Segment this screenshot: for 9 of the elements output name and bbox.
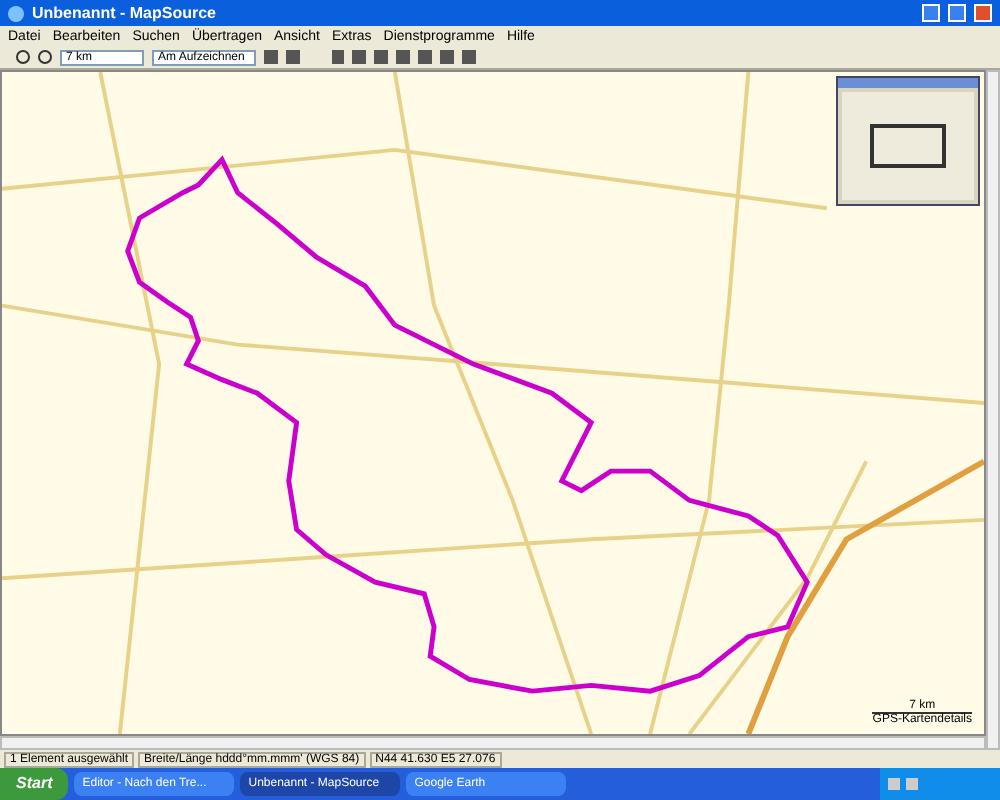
vertical-scrollbar[interactable] xyxy=(986,70,1000,750)
view-frame[interactable] xyxy=(870,124,946,168)
horizontal-scrollbar[interactable] xyxy=(0,736,986,750)
start-button[interactable]: Start xyxy=(0,768,69,800)
minimize-button[interactable] xyxy=(922,4,940,22)
maximize-button[interactable] xyxy=(948,4,966,22)
window-title: Unbenannt - MapSource xyxy=(32,1,219,25)
app-icon xyxy=(8,5,24,21)
close-button[interactable] xyxy=(974,4,992,22)
